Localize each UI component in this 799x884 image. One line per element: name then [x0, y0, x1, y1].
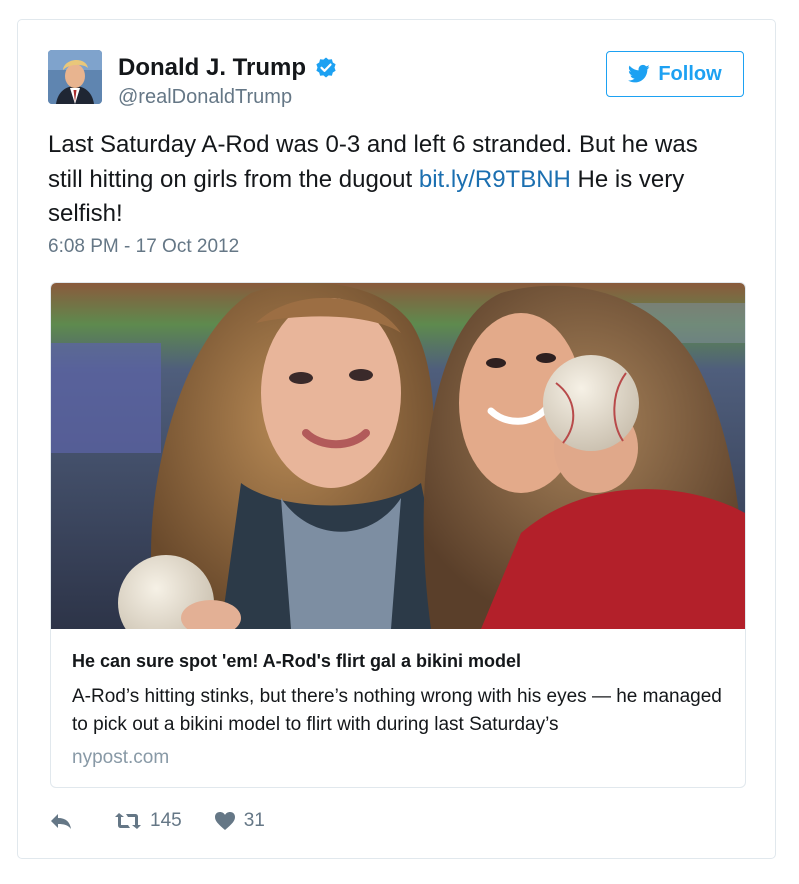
retweet-button[interactable]: 145 — [114, 810, 182, 832]
tweet-link[interactable]: bit.ly/R9TBNH — [419, 166, 571, 193]
author-name-row: Donald J. Trump — [118, 54, 338, 82]
reply-button[interactable] — [48, 811, 82, 831]
author-name[interactable]: Donald J. Trump — [118, 54, 306, 82]
like-button[interactable]: 31 — [214, 810, 265, 832]
heart-icon — [214, 812, 235, 830]
avatar-image — [48, 50, 102, 104]
tweet-timestamp[interactable]: 6:08 PM - 17 Oct 2012 — [48, 236, 239, 258]
avatar[interactable] — [48, 50, 102, 104]
card-title: He can sure spot 'em! A-Rod's flirt gal … — [72, 651, 521, 671]
retweet-icon — [115, 813, 141, 829]
follow-button[interactable]: Follow — [606, 51, 744, 97]
twitter-bird-icon — [628, 64, 650, 83]
card-photo — [51, 283, 745, 629]
tweet-card: Donald J. Trump @realDonaldTrump Follow … — [17, 19, 776, 859]
tweet-actions: 145 31 — [48, 810, 297, 832]
link-preview-card[interactable]: He can sure spot 'em! A-Rod's flirt gal … — [50, 282, 746, 788]
follow-label: Follow — [658, 62, 722, 85]
reply-icon — [51, 814, 71, 829]
tweet-text: Last Saturday A-Rod was 0-3 and left 6 s… — [48, 128, 738, 232]
retweet-count: 145 — [150, 810, 182, 831]
card-domain: nypost.com — [72, 747, 170, 768]
author-handle[interactable]: @realDonaldTrump — [118, 86, 292, 109]
like-count: 31 — [243, 810, 265, 831]
card-description: A-Rod’s hitting stinks, but there’s noth… — [72, 686, 722, 735]
verified-badge-icon — [316, 57, 336, 78]
